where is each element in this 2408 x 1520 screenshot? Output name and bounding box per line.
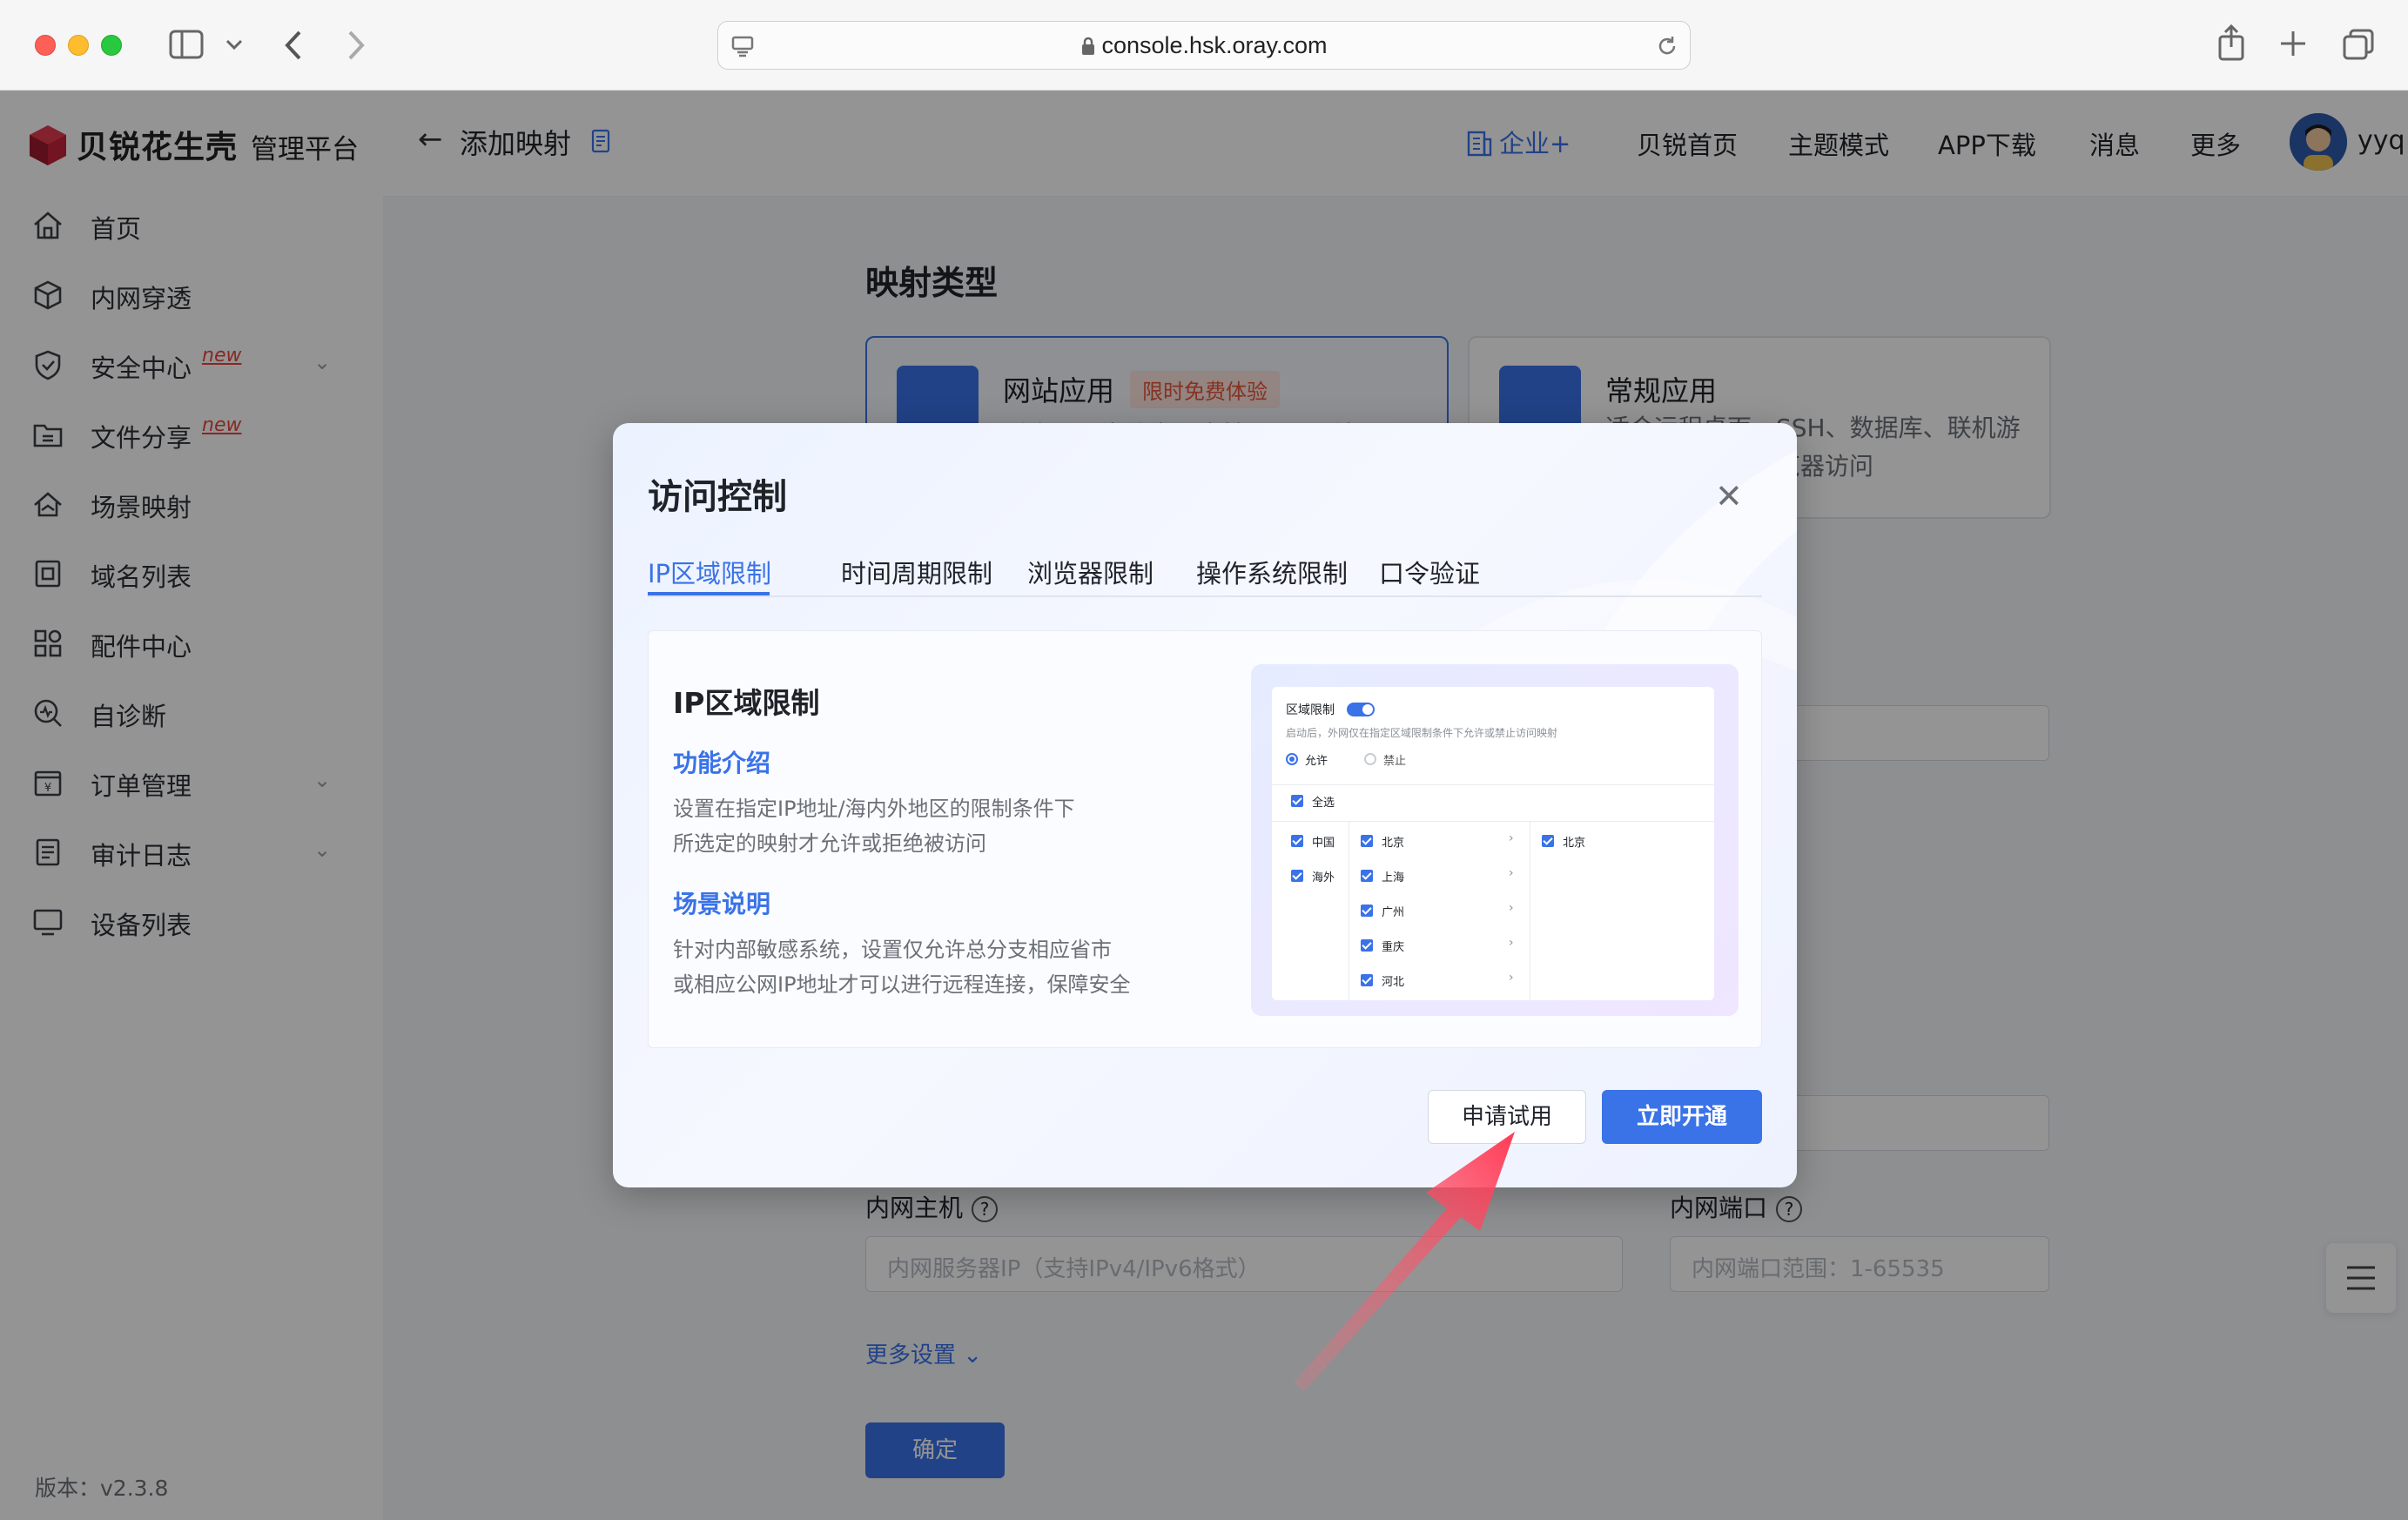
preview-item: 上海 — [1382, 871, 1405, 884]
tab-os[interactable]: 操作系统限制 — [1196, 554, 1348, 590]
intro-line: 所选定的映射才允许或拒绝被访问 — [673, 831, 986, 856]
zoom-window-button[interactable] — [101, 35, 122, 56]
close-window-button[interactable] — [35, 35, 56, 56]
preview-title: 区域限制 — [1286, 703, 1335, 717]
preview-item: 重庆 — [1382, 941, 1405, 954]
preview-item: 北京 — [1563, 837, 1586, 850]
preview-item: 中国 — [1312, 837, 1335, 850]
chevron-right-icon: › — [1509, 936, 1514, 950]
tab-time-period[interactable]: 时间周期限制 — [841, 554, 992, 590]
activate-now-button[interactable]: 立即开通 — [1602, 1090, 1762, 1144]
preview-toggle — [1347, 703, 1375, 716]
tab-browser[interactable]: 浏览器限制 — [1027, 554, 1154, 590]
preview-check — [1361, 905, 1373, 917]
active-tab-indicator — [648, 592, 770, 595]
preview-check — [1291, 835, 1303, 847]
minimize-window-button[interactable] — [68, 35, 89, 56]
preview-item: 广州 — [1382, 906, 1405, 919]
address-bar[interactable]: console.hsk.oray.com — [717, 21, 1691, 70]
preview-select-all: 全选 — [1312, 797, 1335, 810]
close-icon[interactable]: ✕ — [1715, 477, 1743, 515]
tab-overview-icon[interactable] — [2342, 28, 2375, 61]
preview-check — [1291, 870, 1303, 882]
reload-icon[interactable] — [1655, 34, 1679, 58]
preview-divider — [1272, 821, 1714, 822]
apply-trial-button[interactable]: 申请试用 — [1428, 1090, 1586, 1144]
preview-check — [1361, 939, 1373, 952]
preview-radio-allow — [1286, 753, 1298, 765]
url-value: console.hsk.oray.com — [1101, 32, 1328, 58]
preview-divider — [1272, 784, 1714, 785]
feature-title: IP区域限制 — [673, 686, 820, 720]
chevron-right-icon: › — [1509, 831, 1514, 845]
browser-toolbar: console.hsk.oray.com — [0, 0, 2408, 91]
new-tab-icon[interactable] — [2279, 30, 2307, 57]
forward-nav-icon[interactable] — [346, 30, 366, 61]
intro-heading: 功能介绍 — [673, 749, 771, 777]
intro-line: 设置在指定IP地址/海内外地区的限制条件下 — [673, 797, 1075, 821]
preview-item: 河北 — [1382, 976, 1405, 989]
url-text: console.hsk.oray.com — [718, 32, 1690, 59]
preview-check — [1361, 974, 1373, 986]
modal-title: 访问控制 — [648, 477, 787, 517]
preview-check — [1361, 870, 1373, 882]
preview-allow-label: 允许 — [1305, 755, 1328, 768]
scene-line: 或相应公网IP地址才可以进行远程连接，保障安全 — [673, 972, 1131, 997]
feature-preview: 区域限制 启动后，外网仅在指定区域限制条件下允许或禁止访问映射 允许 禁止 全选… — [1251, 664, 1739, 1016]
tab-ip-region[interactable]: IP区域限制 — [648, 554, 771, 590]
preview-note: 启动后，外网仅在指定区域限制条件下允许或禁止访问映射 — [1286, 727, 1558, 739]
access-control-modal: 访问控制 ✕ IP区域限制 时间周期限制 浏览器限制 操作系统限制 口令验证 I… — [613, 423, 1797, 1187]
scene-heading: 场景说明 — [673, 890, 771, 918]
chevron-down-icon[interactable] — [225, 38, 244, 50]
modal-tabs: IP区域限制 时间周期限制 浏览器限制 操作系统限制 口令验证 — [648, 543, 1762, 597]
scene-line: 针对内部敏感系统，设置仅允许总分支相应省市 — [673, 938, 1112, 962]
preview-check — [1291, 795, 1303, 807]
chevron-right-icon: › — [1509, 901, 1514, 915]
share-icon[interactable] — [2216, 24, 2246, 61]
preview-item: 北京 — [1382, 837, 1405, 850]
chevron-right-icon: › — [1509, 971, 1514, 985]
chevron-right-icon: › — [1509, 866, 1514, 880]
preview-check — [1542, 835, 1554, 847]
sidebar-toggle-icon[interactable] — [169, 30, 204, 59]
back-nav-icon[interactable] — [284, 30, 303, 61]
preview-item: 海外 — [1312, 871, 1335, 884]
preview-radio-deny — [1364, 753, 1376, 765]
preview-panel: 区域限制 启动后，外网仅在指定区域限制条件下允许或禁止访问映射 允许 禁止 全选… — [1272, 687, 1714, 1000]
tab-password[interactable]: 口令验证 — [1379, 554, 1480, 590]
preview-deny-label: 禁止 — [1383, 755, 1407, 768]
preview-check — [1361, 835, 1373, 847]
lock-icon — [1082, 37, 1095, 55]
feature-card: IP区域限制 功能介绍 设置在指定IP地址/海内外地区的限制条件下 所选定的映射… — [648, 630, 1762, 1048]
